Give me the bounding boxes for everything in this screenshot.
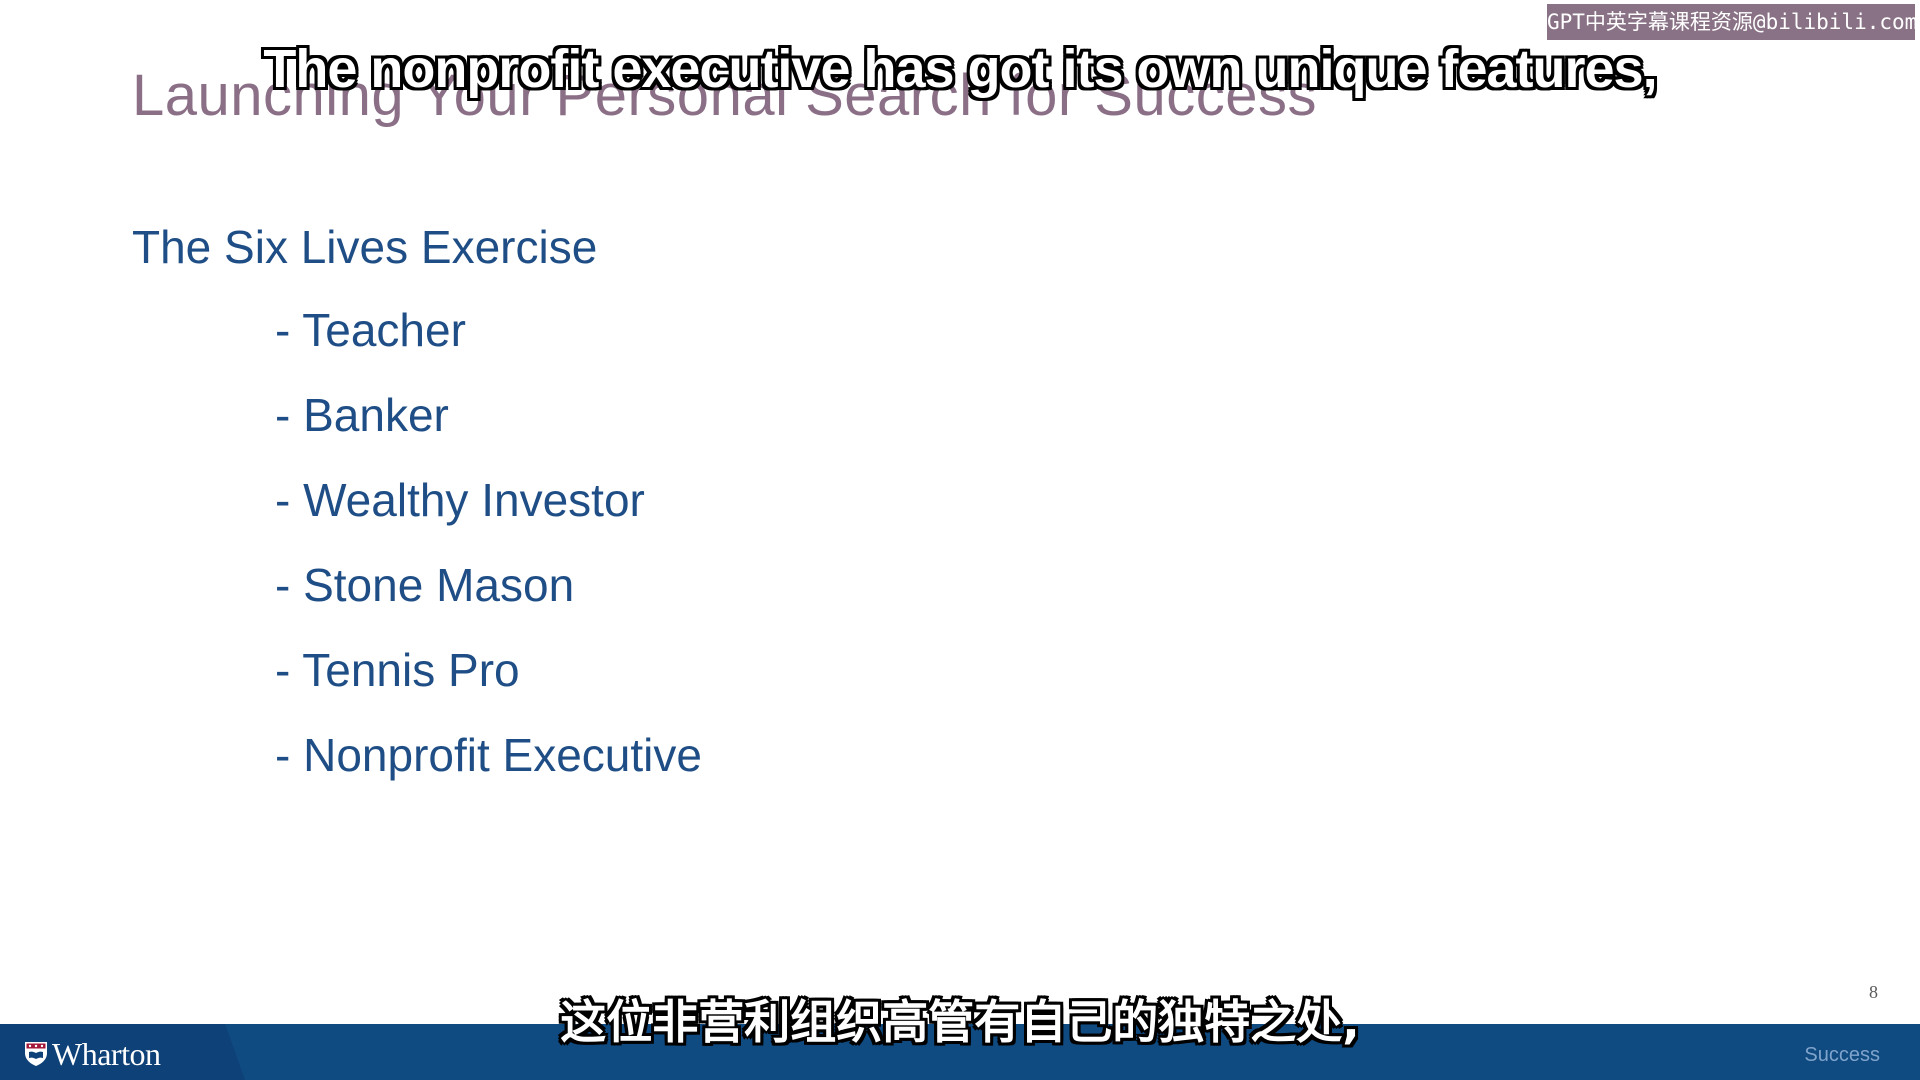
list-item: - Wealthy Investor <box>275 474 645 526</box>
list-item: - Nonprofit Executive <box>275 729 702 781</box>
english-subtitle: The nonprofit executive has got its own … <box>263 39 1657 99</box>
list-item: - Stone Mason <box>275 559 575 611</box>
exercise-heading: The Six Lives Exercise <box>132 221 598 273</box>
list-item: - Teacher <box>275 304 466 356</box>
lives-list: - Teacher - Banker - Wealthy Investor - … <box>275 302 702 812</box>
chinese-subtitle: 这位非营利组织高管有自己的独特之处, <box>560 995 1360 1049</box>
list-item: - Tennis Pro <box>275 644 520 696</box>
watermark-label: GPT中英字幕课程资源@bilibili.com <box>1547 4 1917 40</box>
presentation-slide: Launching Your Personal Search for Succe… <box>0 0 1920 1080</box>
list-item: - Banker <box>275 389 449 441</box>
